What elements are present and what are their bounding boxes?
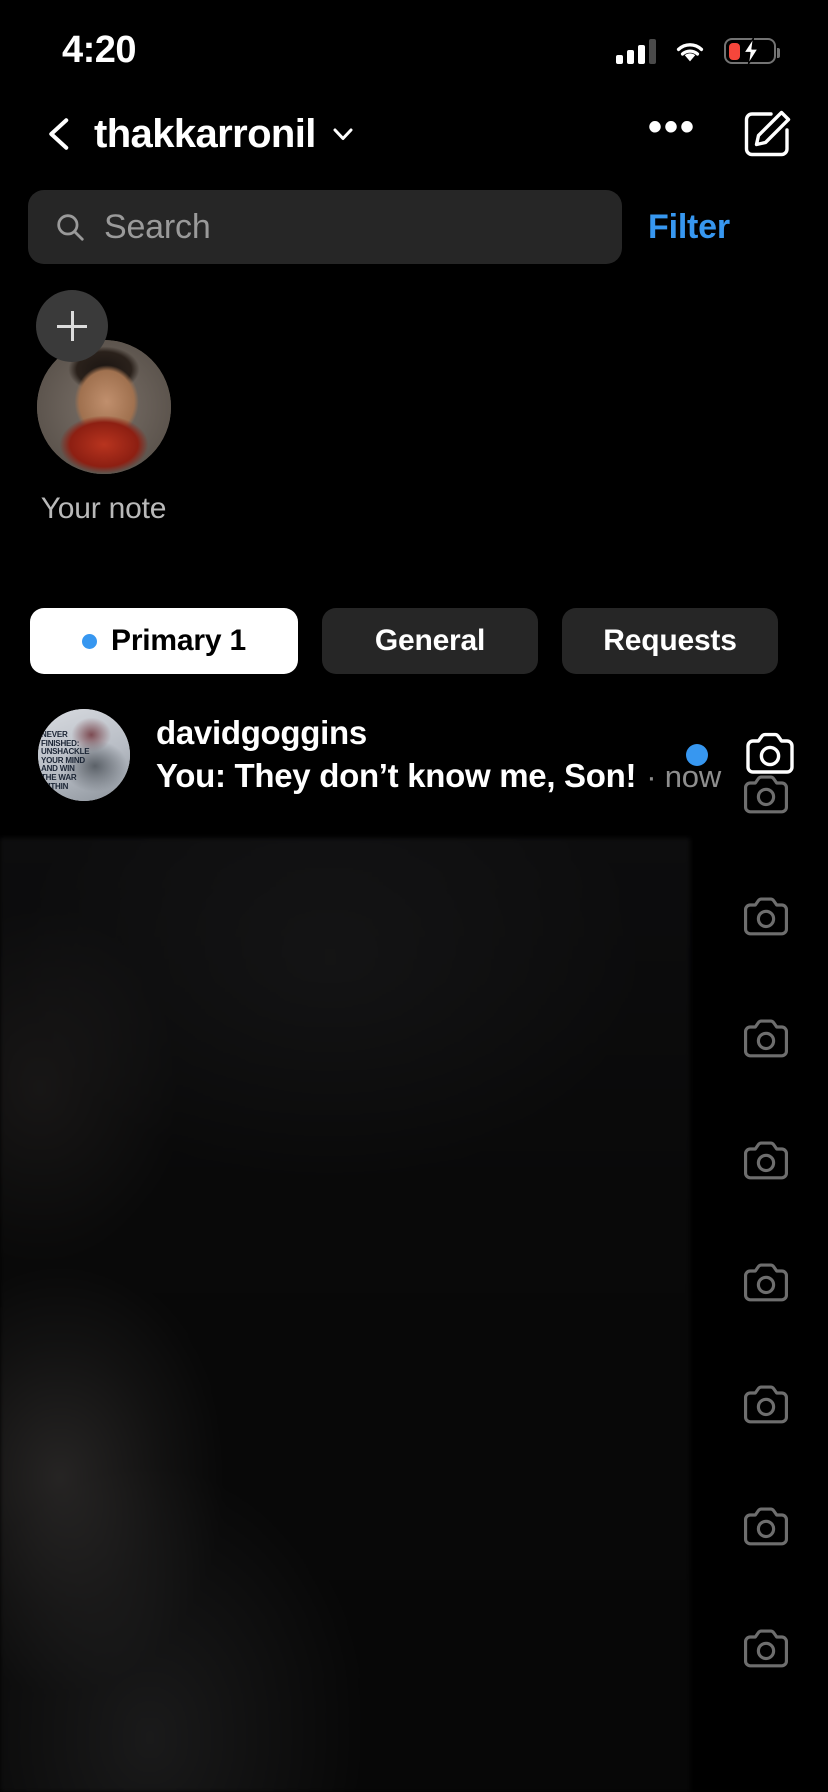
app-header: thakkarronil ••• xyxy=(0,92,828,176)
search-input[interactable]: Search xyxy=(28,190,622,264)
conversation-snippet: You: They don’t know me, Son! xyxy=(156,756,637,794)
compose-edit-icon xyxy=(744,110,791,157)
tab-general-label: General xyxy=(374,624,486,657)
tab-primary[interactable]: Primary 1 xyxy=(30,608,298,674)
status-badge xyxy=(686,744,708,766)
instagram-direct-screen: 4:20 thakkarronil ••• Search Filter Your… xyxy=(0,0,828,1792)
camera-icon[interactable] xyxy=(740,1502,792,1554)
camera-icon-column xyxy=(730,760,802,1780)
conversation-text: davidgoggins You: They don’t know me, So… xyxy=(156,712,721,799)
battery-charging-low-icon xyxy=(724,37,780,65)
compose-message-button[interactable] xyxy=(740,107,794,161)
notes-tray: Your note xyxy=(0,290,828,525)
tab-requests-label: Requests xyxy=(603,624,737,657)
add-note-button[interactable] xyxy=(36,290,108,362)
avatar[interactable] xyxy=(36,340,171,474)
chevron-down-icon xyxy=(333,128,353,140)
tab-primary-label: Primary 1 xyxy=(111,624,246,657)
status-bar: 4:20 xyxy=(0,0,828,92)
camera-icon[interactable] xyxy=(740,1258,792,1310)
tab-requests[interactable]: Requests xyxy=(562,608,778,674)
page-title: thakkarronil xyxy=(94,111,316,156)
your-note-item[interactable]: Your note xyxy=(26,290,181,526)
search-icon xyxy=(57,214,84,241)
camera-icon[interactable] xyxy=(740,892,792,944)
camera-icon[interactable] xyxy=(740,1014,792,1066)
back-button[interactable] xyxy=(36,110,84,158)
search-placeholder: Search xyxy=(104,207,211,246)
table-row[interactable]: Never finished: Unshackle your mind and … xyxy=(0,700,828,810)
camera-icon[interactable] xyxy=(740,1136,792,1188)
filter-button[interactable]: Filter xyxy=(648,208,730,247)
search-row: Search Filter xyxy=(0,190,828,264)
camera-icon[interactable] xyxy=(740,1624,792,1676)
more-options-button[interactable]: ••• xyxy=(648,107,696,150)
header-actions: ••• xyxy=(648,107,794,161)
conversation-list: Never finished: Unshackle your mind and … xyxy=(0,700,828,810)
tab-general[interactable]: General xyxy=(322,608,538,674)
cellular-signal-icon xyxy=(616,38,656,64)
primary-unread-dot xyxy=(82,633,98,649)
inbox-tabs: Primary 1 General Requests xyxy=(0,608,828,674)
conversation-username: davidgoggins xyxy=(156,713,367,751)
status-bar-icons xyxy=(616,37,780,65)
blurred-overlay-panel xyxy=(0,838,690,1792)
wifi-icon xyxy=(673,38,707,64)
conversation-preview: You: They don’t know me, Son! · now xyxy=(156,754,721,799)
camera-icon[interactable] xyxy=(740,1380,792,1432)
account-switcher[interactable]: thakkarronil xyxy=(94,112,648,157)
your-note-label: Your note xyxy=(40,492,167,525)
camera-icon[interactable] xyxy=(740,770,792,822)
avatar-overlay-text: Never finished: Unshackle your mind and … xyxy=(41,730,90,791)
plus-icon xyxy=(57,311,87,341)
status-bar-time: 4:20 xyxy=(62,28,137,71)
chevron-left-icon xyxy=(49,118,69,150)
avatar[interactable]: Never finished: Unshackle your mind and … xyxy=(38,709,130,801)
